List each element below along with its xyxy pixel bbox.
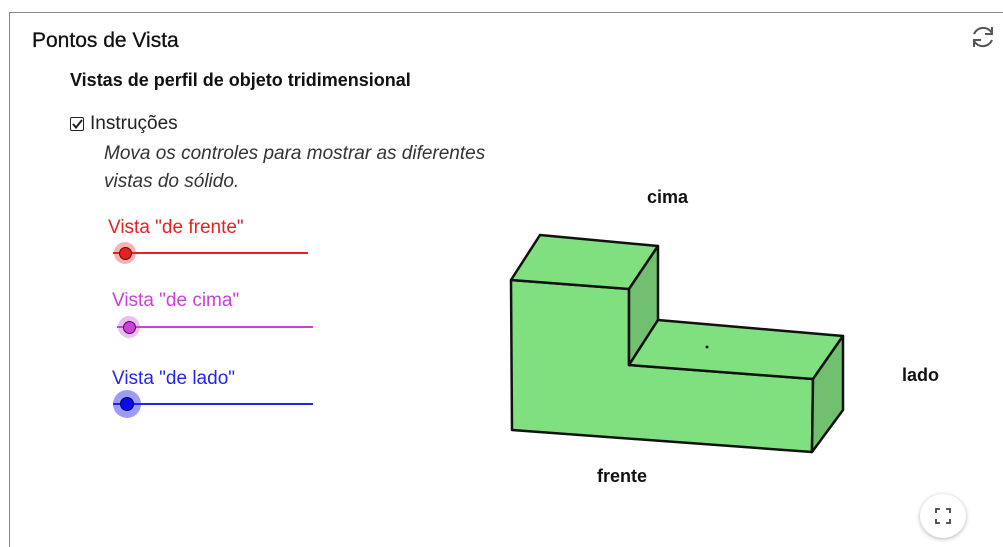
l-shaped-solid[interactable] — [470, 210, 890, 470]
fullscreen-icon — [935, 508, 951, 524]
instructions-text: Mova os controles para mostrar as difere… — [104, 140, 704, 196]
top-view-slider[interactable] — [117, 315, 313, 339]
side-view-label: lado — [902, 365, 940, 385]
side-view-slider-label: Vista "de lado" — [112, 368, 235, 389]
front-view-slider-knob[interactable] — [119, 247, 132, 260]
instructions-line-2: vistas do sólido. — [104, 171, 240, 192]
instructions-checkbox[interactable] — [70, 117, 84, 131]
instructions-checkbox-label: Instruções — [90, 113, 178, 134]
center-point — [705, 345, 709, 349]
top-view-slider-track[interactable] — [117, 326, 313, 328]
side-view-slider[interactable] — [113, 390, 313, 418]
instructions-checkbox-row[interactable]: Instruções — [70, 113, 178, 135]
side-view-slider-track[interactable] — [113, 403, 313, 405]
front-view-slider-label: Vista "de frente" — [108, 217, 244, 238]
side-view-slider-knob[interactable] — [120, 397, 134, 411]
checkmark-icon — [71, 119, 83, 129]
app-title: Pontos de Vista — [32, 29, 179, 52]
top-view-slider-label: Vista "de cima" — [112, 290, 240, 311]
top-view-label: cima — [647, 187, 689, 207]
front-view-slider[interactable] — [113, 241, 308, 265]
top-view-slider-knob[interactable] — [123, 321, 136, 334]
applet-subtitle: Vistas de perfil de objeto tridimensiona… — [70, 70, 411, 90]
fullscreen-button[interactable] — [920, 494, 966, 538]
instructions-line-1: Mova os controles para mostrar as difere… — [104, 143, 486, 164]
front-view-slider-track[interactable] — [113, 252, 308, 254]
refresh-icon[interactable] — [968, 24, 998, 50]
